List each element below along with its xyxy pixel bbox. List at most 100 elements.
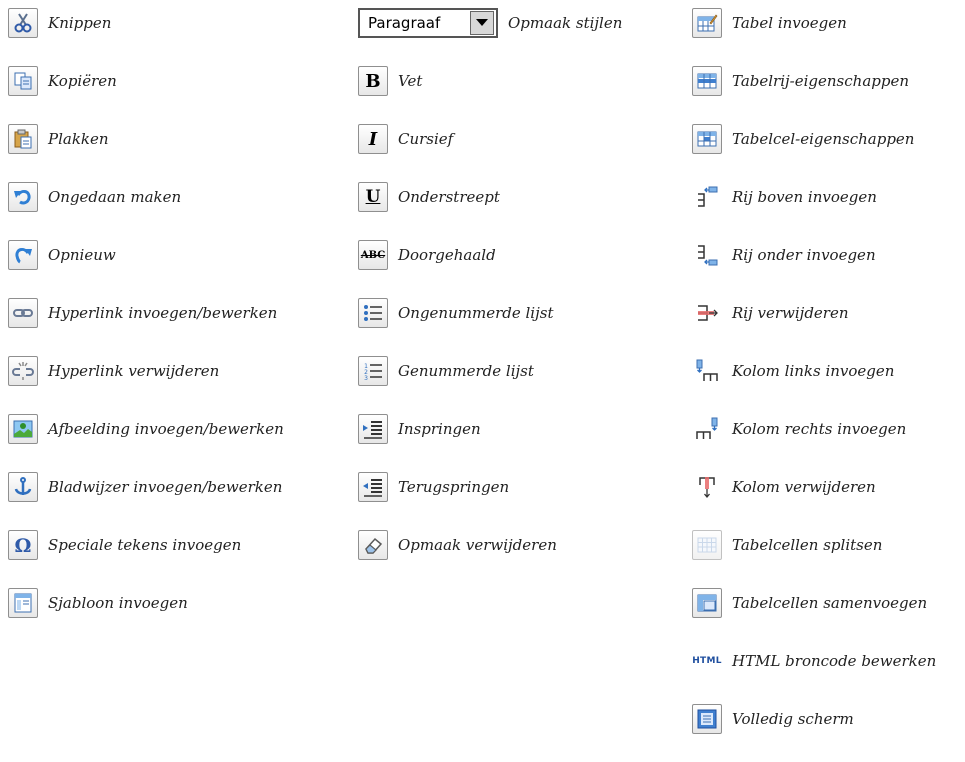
legend-label: Tabelcellen splitsen bbox=[732, 536, 883, 554]
legend-row-link: Hyperlink invoegen/bewerken bbox=[8, 298, 284, 356]
table-row-properties-icon[interactable] bbox=[692, 66, 722, 96]
italic-glyph: I bbox=[368, 128, 378, 150]
copy-icon[interactable] bbox=[8, 66, 38, 96]
legend-label: Kolom rechts invoegen bbox=[732, 420, 907, 438]
legend-row-strike: ABC Doorgehaald bbox=[358, 240, 622, 298]
format-dropdown-value: Paragraaf bbox=[368, 14, 441, 32]
column-insert-left-icon[interactable] bbox=[692, 356, 722, 386]
legend-row-row-props: Tabelrij-eigenschappen bbox=[692, 66, 936, 124]
legend-label: HTML broncode bewerken bbox=[732, 652, 937, 670]
legend-label: Rij boven invoegen bbox=[732, 188, 877, 206]
legend-label: Sjabloon invoegen bbox=[48, 594, 188, 612]
legend-label: Tabel invoegen bbox=[732, 14, 847, 32]
legend-label: Kolom verwijderen bbox=[732, 478, 876, 496]
legend-label: Inspringen bbox=[398, 420, 481, 438]
legend-row-removeformat: Opmaak verwijderen bbox=[358, 530, 622, 588]
legend-label: Hyperlink invoegen/bewerken bbox=[48, 304, 278, 322]
legend-label: Terugspringen bbox=[398, 478, 510, 496]
column-delete-icon[interactable] bbox=[692, 472, 722, 502]
legend-label: Kopiëren bbox=[48, 72, 117, 90]
row-delete-icon[interactable] bbox=[692, 298, 722, 328]
legend-row-underline: U Onderstreept bbox=[358, 182, 622, 240]
legend-row-row-above: Rij boven invoegen bbox=[692, 182, 936, 240]
outdent-icon[interactable] bbox=[358, 472, 388, 502]
legend-label: Ongedaan maken bbox=[48, 188, 182, 206]
image-icon[interactable] bbox=[8, 414, 38, 444]
bulleted-list-icon[interactable] bbox=[358, 298, 388, 328]
strikethrough-glyph: ABC bbox=[360, 249, 386, 261]
legend-row-image: Afbeelding invoegen/bewerken bbox=[8, 414, 284, 472]
svg-text:3: 3 bbox=[364, 375, 368, 382]
toolbar-legend-column-3: Tabel invoegen Tabelrij-eigenschappen Ta… bbox=[692, 8, 936, 762]
link-icon[interactable] bbox=[8, 298, 38, 328]
legend-label: Speciale tekens invoegen bbox=[48, 536, 242, 554]
bold-icon[interactable]: B bbox=[358, 66, 388, 96]
legend-row-cut: Knippen bbox=[8, 8, 284, 66]
legend-label: Opmaak verwijderen bbox=[398, 536, 557, 554]
legend-row-cell-props: Tabelcel-eigenschappen bbox=[692, 124, 936, 182]
html-glyph: HTML bbox=[692, 656, 722, 666]
omega-icon[interactable]: Ω bbox=[8, 530, 38, 560]
legend-label: Doorgehaald bbox=[398, 246, 496, 264]
legend-row-fullscreen: Volledig scherm bbox=[692, 704, 936, 762]
legend-row-row-delete: Rij verwijderen bbox=[692, 298, 936, 356]
legend-row-italic: I Cursief bbox=[358, 124, 622, 182]
legend-row-numbered: 1 2 3 Genummerde lijst bbox=[358, 356, 622, 414]
toolbar-legend-column-2: Paragraaf Opmaak stijlen B Vet I Cursief… bbox=[358, 8, 622, 588]
paste-icon[interactable] bbox=[8, 124, 38, 154]
legend-row-undo: Ongedaan maken bbox=[8, 182, 284, 240]
legend-row-special-chars: Ω Speciale tekens invoegen bbox=[8, 530, 284, 588]
anchor-icon[interactable] bbox=[8, 472, 38, 502]
unlink-icon[interactable] bbox=[8, 356, 38, 386]
legend-row-html: HTML HTML broncode bewerken bbox=[692, 646, 936, 704]
legend-label: Volledig scherm bbox=[732, 710, 854, 728]
underline-icon[interactable]: U bbox=[358, 182, 388, 212]
redo-icon[interactable] bbox=[8, 240, 38, 270]
legend-label: Rij verwijderen bbox=[732, 304, 849, 322]
row-insert-above-icon[interactable] bbox=[692, 182, 722, 212]
legend-row-row-below: Rij onder invoegen bbox=[692, 240, 936, 298]
legend-label: Afbeelding invoegen/bewerken bbox=[48, 420, 284, 438]
strikethrough-icon[interactable]: ABC bbox=[358, 240, 388, 270]
legend-label: Tabelrij-eigenschappen bbox=[732, 72, 910, 90]
chevron-down-icon[interactable] bbox=[470, 11, 494, 35]
bold-glyph: B bbox=[365, 70, 381, 92]
legend-row-paste: Plakken bbox=[8, 124, 284, 182]
html-source-icon[interactable]: HTML bbox=[692, 646, 722, 676]
legend-row-split: Tabelcellen splitsen bbox=[692, 530, 936, 588]
cells-merge-icon[interactable] bbox=[692, 588, 722, 618]
table-cell-properties-icon[interactable] bbox=[692, 124, 722, 154]
legend-label: Opnieuw bbox=[48, 246, 116, 264]
legend-row-template: Sjabloon invoegen bbox=[8, 588, 284, 646]
legend-row-col-left: Kolom links invoegen bbox=[692, 356, 936, 414]
legend-row-merge: Tabelcellen samenvoegen bbox=[692, 588, 936, 646]
legend-label: Tabelcel-eigenschappen bbox=[732, 130, 915, 148]
table-insert-icon[interactable] bbox=[692, 8, 722, 38]
toolbar-legend-column-1: Knippen Kopiëren Plakken Ongedaan maken … bbox=[8, 8, 284, 646]
legend-label: Kolom links invoegen bbox=[732, 362, 895, 380]
legend-row-bullets: Ongenummerde lijst bbox=[358, 298, 622, 356]
row-insert-below-icon[interactable] bbox=[692, 240, 722, 270]
fullscreen-icon[interactable] bbox=[692, 704, 722, 734]
legend-row-format: Paragraaf Opmaak stijlen bbox=[358, 8, 622, 66]
scissors-icon[interactable] bbox=[8, 8, 38, 38]
legend-label: Hyperlink verwijderen bbox=[48, 362, 220, 380]
italic-icon[interactable]: I bbox=[358, 124, 388, 154]
legend-row-copy: Kopiëren bbox=[8, 66, 284, 124]
legend-label: Onderstreept bbox=[398, 188, 500, 206]
column-insert-right-icon[interactable] bbox=[692, 414, 722, 444]
legend-row-table: Tabel invoegen bbox=[692, 8, 936, 66]
numbered-list-icon[interactable]: 1 2 3 bbox=[358, 356, 388, 386]
eraser-icon[interactable] bbox=[358, 530, 388, 560]
svg-text:Ω: Ω bbox=[15, 535, 32, 556]
legend-row-bookmark: Bladwijzer invoegen/bewerken bbox=[8, 472, 284, 530]
legend-label: Bladwijzer invoegen/bewerken bbox=[48, 478, 283, 496]
legend-label: Opmaak stijlen bbox=[508, 14, 623, 32]
format-dropdown[interactable]: Paragraaf bbox=[358, 8, 498, 38]
legend-row-redo: Opnieuw bbox=[8, 240, 284, 298]
cells-split-icon[interactable] bbox=[692, 530, 722, 560]
legend-label: Genummerde lijst bbox=[398, 362, 534, 380]
undo-icon[interactable] bbox=[8, 182, 38, 212]
indent-icon[interactable] bbox=[358, 414, 388, 444]
template-icon[interactable] bbox=[8, 588, 38, 618]
